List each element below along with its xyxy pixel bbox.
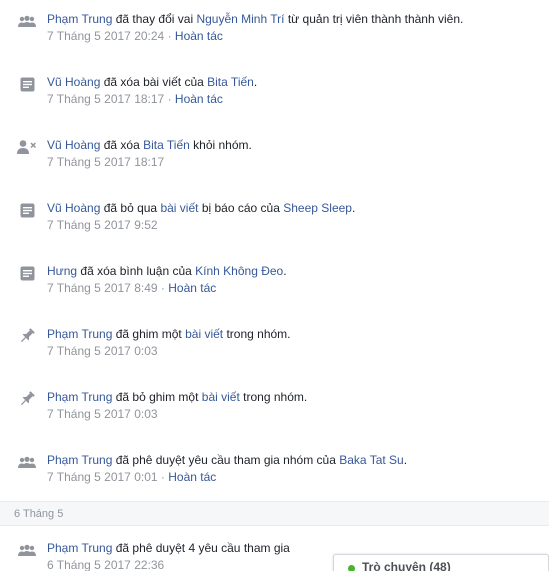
object-link[interactable]: bài viết bbox=[160, 201, 198, 215]
action-text-2: khỏi nhóm. bbox=[193, 138, 252, 152]
action-text-2: . bbox=[403, 453, 408, 467]
undo-link[interactable]: Hoàn tác bbox=[168, 281, 216, 295]
action-text-2: bị báo cáo của bbox=[201, 201, 280, 215]
object-link[interactable]: bài viết bbox=[202, 390, 240, 404]
chat-label: Trò chuyện (48) bbox=[362, 560, 451, 571]
object-link-2[interactable]: Sheep Sleep bbox=[283, 201, 352, 215]
entry-text: Phạm Trung đã ghim một bài viết trong nh… bbox=[47, 327, 291, 342]
actor-link[interactable]: Phạm Trung bbox=[47, 327, 112, 341]
entry-meta: 7 Tháng 5 2017 18:17 · Hoàn tác bbox=[47, 92, 223, 106]
undo-link[interactable]: Hoàn tác bbox=[168, 470, 216, 484]
log-entry: Vũ Hoàng đã bỏ qua bài viết bị báo cáo c… bbox=[0, 189, 549, 239]
timestamp[interactable]: 7 Tháng 5 2017 9:52 bbox=[47, 218, 158, 232]
entry-meta: 6 Tháng 5 2017 22:36 bbox=[47, 558, 164, 571]
entry-meta: 7 Tháng 5 2017 0:03 bbox=[47, 344, 158, 358]
entry-meta: 7 Tháng 5 2017 0:01 · Hoàn tác bbox=[47, 470, 216, 484]
separator: · bbox=[167, 29, 172, 43]
actor-link[interactable]: Phạm Trung bbox=[47, 390, 112, 404]
post-icon bbox=[17, 201, 37, 219]
object-link[interactable]: Kính Không Đeo bbox=[195, 264, 283, 278]
action-text-3: . bbox=[351, 201, 356, 215]
log-entry: Phạm Trung đã bỏ ghim một bài viết trong… bbox=[0, 378, 549, 428]
timestamp[interactable]: 7 Tháng 5 2017 18:17 bbox=[47, 92, 164, 106]
separator: · bbox=[160, 281, 165, 295]
actor-link[interactable]: Vũ Hoàng bbox=[47, 138, 100, 152]
action-text-2: trong nhóm. bbox=[243, 390, 308, 404]
action-text-2: . bbox=[283, 264, 287, 278]
chat-bar[interactable]: Trò chuyện (48) bbox=[333, 554, 549, 571]
object-link[interactable]: Baka Tat Su bbox=[339, 453, 404, 467]
object-link[interactable]: Nguyễn Minh Trí bbox=[196, 12, 284, 26]
action-text: đã ghim một bbox=[115, 327, 182, 341]
group-icon bbox=[17, 453, 37, 471]
object-link[interactable]: bài viết bbox=[185, 327, 223, 341]
actor-link[interactable]: Phạm Trung bbox=[47, 453, 112, 467]
actor-link[interactable]: Vũ Hoàng bbox=[47, 201, 100, 215]
entry-meta: 7 Tháng 5 2017 18:17 bbox=[47, 155, 164, 169]
object-link[interactable]: Bita Tiến bbox=[143, 138, 190, 152]
day-header: 6 Tháng 5 bbox=[0, 501, 549, 526]
action-text: đã xóa bình luận của bbox=[80, 264, 192, 278]
log-entry: Phạm Trung đã phê duyệt yêu cầu tham gia… bbox=[0, 441, 549, 491]
post-icon bbox=[17, 264, 37, 282]
action-text: đã bỏ ghim một bbox=[115, 390, 199, 404]
timestamp[interactable]: 6 Tháng 5 2017 22:36 bbox=[47, 558, 164, 571]
log-entry: Phạm Trung đã thay đổi vai Nguyễn Minh T… bbox=[0, 0, 549, 50]
pin-icon bbox=[17, 390, 37, 408]
log-entry: Hưng đã xóa bình luận của Kính Không Đeo… bbox=[0, 252, 549, 302]
log-entry: Vũ Hoàng đã xóa bài viết của Bita Tiến. 7… bbox=[0, 63, 549, 113]
entry-text: Phạm Trung đã phê duyệt yêu cầu tham gia… bbox=[47, 453, 407, 468]
action-text: đã thay đổi vai bbox=[115, 12, 194, 26]
object-link[interactable]: Bita Tiến bbox=[207, 75, 254, 89]
action-text: đã phê duyệt 4 yêu cầu tham gia bbox=[115, 541, 290, 555]
post-icon bbox=[17, 75, 37, 93]
entry-text: Phạm Trung đã bỏ ghim một bài viết trong… bbox=[47, 390, 307, 405]
action-text: đã xóa bbox=[103, 138, 140, 152]
entry-text: Vũ Hoàng đã xóa Bita Tiến khỏi nhóm. bbox=[47, 138, 252, 153]
timestamp[interactable]: 7 Tháng 5 2017 20:24 bbox=[47, 29, 164, 43]
log-entry: Vũ Hoàng đã xóa Bita Tiến khỏi nhóm. 7 Th… bbox=[0, 126, 549, 176]
entry-text: Phạm Trung đã phê duyệt 4 yêu cầu tham g… bbox=[47, 541, 290, 556]
entry-meta: 7 Tháng 5 2017 20:24 · Hoàn tác bbox=[47, 29, 223, 43]
separator: · bbox=[167, 92, 172, 106]
action-text: đã xóa bài viết của bbox=[103, 75, 204, 89]
actor-link[interactable]: Phạm Trung bbox=[47, 12, 112, 26]
action-text-2: . bbox=[253, 75, 258, 89]
actor-link[interactable]: Phạm Trung bbox=[47, 541, 112, 555]
undo-link[interactable]: Hoàn tác bbox=[175, 29, 223, 43]
entry-text: Phạm Trung đã thay đổi vai Nguyễn Minh T… bbox=[47, 12, 463, 27]
pin-icon bbox=[17, 327, 37, 345]
action-text: đã bỏ qua bbox=[103, 201, 158, 215]
timestamp[interactable]: 7 Tháng 5 2017 8:49 bbox=[47, 281, 158, 295]
entry-meta: 7 Tháng 5 2017 8:49 · Hoàn tác bbox=[47, 281, 216, 295]
timestamp[interactable]: 7 Tháng 5 2017 0:03 bbox=[47, 407, 158, 421]
group-icon bbox=[17, 12, 37, 30]
timestamp[interactable]: 7 Tháng 5 2017 0:01 bbox=[47, 470, 158, 484]
timestamp[interactable]: 7 Tháng 5 2017 18:17 bbox=[47, 155, 164, 169]
timestamp[interactable]: 7 Tháng 5 2017 0:03 bbox=[47, 344, 158, 358]
log-entry: Phạm Trung đã ghim một bài viết trong nh… bbox=[0, 315, 549, 365]
undo-link[interactable]: Hoàn tác bbox=[175, 92, 223, 106]
online-status-icon bbox=[348, 565, 355, 571]
action-text: đã phê duyệt yêu cầu tham gia nhóm của bbox=[115, 453, 336, 467]
group-icon bbox=[17, 541, 37, 559]
action-text-2: từ quản trị viên thành thành viên. bbox=[287, 12, 464, 26]
actor-link[interactable]: Hưng bbox=[47, 264, 77, 278]
entry-meta: 7 Tháng 5 2017 9:52 bbox=[47, 218, 158, 232]
entry-text: Vũ Hoàng đã bỏ qua bài viết bị báo cáo c… bbox=[47, 201, 355, 216]
actor-link[interactable]: Vũ Hoàng bbox=[47, 75, 100, 89]
entry-text: Hưng đã xóa bình luận của Kính Không Đeo… bbox=[47, 264, 287, 279]
day-header-label: 6 Tháng 5 bbox=[14, 508, 64, 520]
action-text-2: trong nhóm. bbox=[226, 327, 291, 341]
separator: · bbox=[160, 470, 165, 484]
entry-meta: 7 Tháng 5 2017 0:03 bbox=[47, 407, 158, 421]
entry-text: Vũ Hoàng đã xóa bài viết của Bita Tiến. bbox=[47, 75, 257, 90]
remove-user-icon bbox=[17, 138, 37, 156]
